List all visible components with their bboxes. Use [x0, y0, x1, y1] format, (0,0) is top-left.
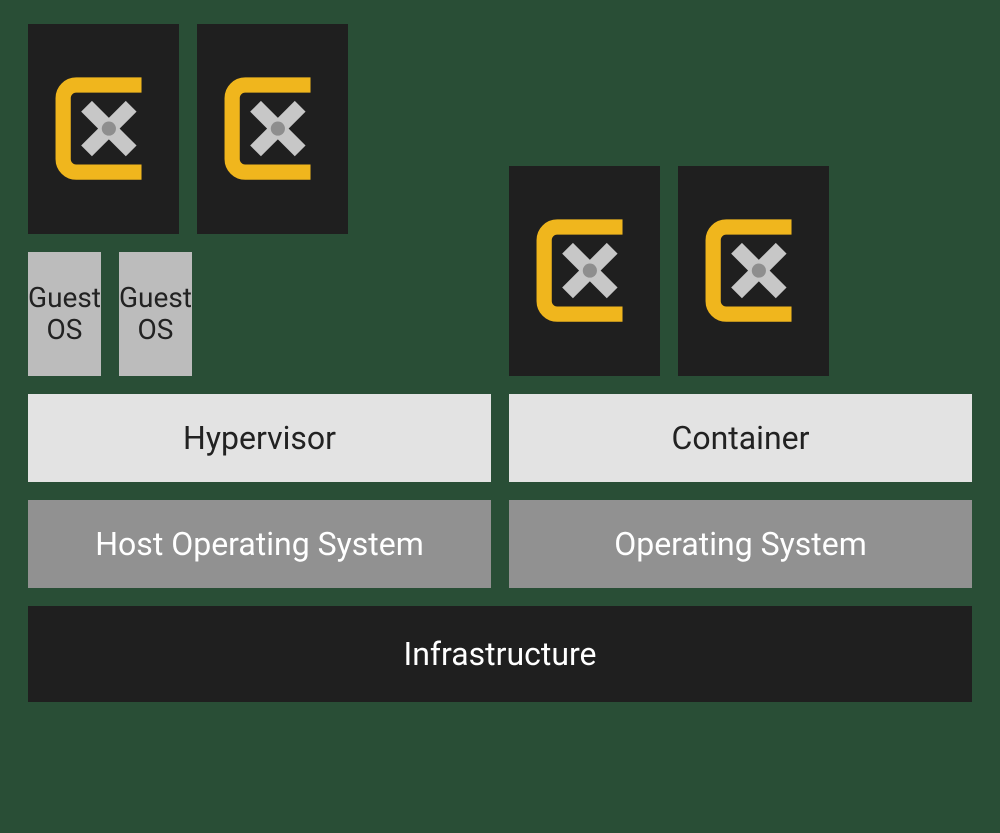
host-os-label: Host Operating System: [28, 500, 491, 588]
guest-os-label: Guest OS: [119, 252, 192, 376]
guest-os-label: Guest OS: [28, 252, 101, 376]
platform-hypervisor: Hypervisor: [28, 394, 491, 482]
app-icon: [28, 24, 179, 234]
platform-container: Container: [509, 394, 972, 482]
infrastructure-label: Infrastructure: [28, 606, 972, 702]
app-icon: [509, 166, 660, 376]
app-icon: [678, 166, 829, 376]
os-label: Operating System: [509, 500, 972, 588]
app-icon: [197, 24, 348, 234]
